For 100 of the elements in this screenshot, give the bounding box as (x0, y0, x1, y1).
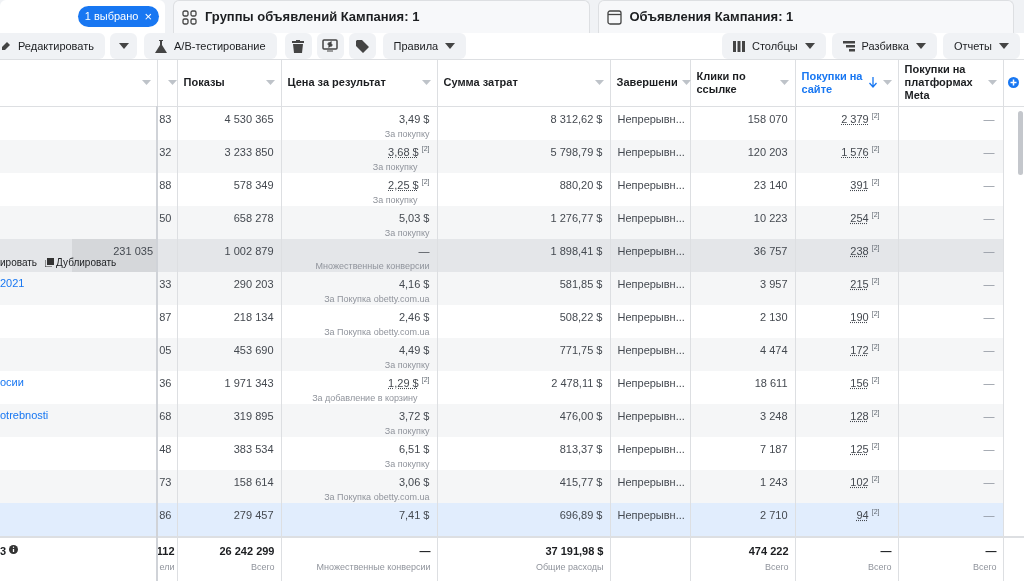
table-cell-text: 4,49 $ (398, 342, 430, 358)
table-cell-text: — (983, 210, 995, 226)
table-cell-text: 83 (159, 111, 172, 127)
info-icon[interactable] (9, 544, 19, 554)
table-cell-text: 319 895 (233, 408, 274, 424)
window-icon (606, 9, 622, 25)
column-header[interactable]: Покупки на сайте (801, 69, 865, 96)
close-icon[interactable]: × (144, 10, 152, 23)
caret-icon (118, 43, 129, 49)
column-header[interactable]: Завершени (616, 76, 678, 90)
purchases-link[interactable]: 125 (850, 440, 869, 457)
table-cell-text: — (983, 309, 995, 325)
campaign-link[interactable]: 2021 (0, 274, 156, 291)
purchases-link[interactable]: 172 (850, 341, 869, 358)
table-cell-text: 4 474 (759, 342, 788, 358)
breakdown-button[interactable]: Разбивка (831, 33, 937, 59)
column-header[interactable]: Покупки на платформах Meta (904, 63, 984, 103)
cell-caption: За Покупка obetty.com.ua (324, 326, 430, 339)
column-header[interactable]: Клики по ссылке (696, 69, 776, 96)
purchases-link[interactable]: 391 (850, 176, 869, 193)
breakdown-icon (842, 40, 855, 52)
duplicate-button[interactable] (316, 33, 344, 59)
table-cell-text: 3,06 $ (398, 474, 430, 490)
delete-button[interactable] (284, 33, 312, 59)
name-cell[interactable] (0, 106, 157, 140)
tab-label: Объявления Кампания: 1 (629, 8, 794, 27)
column-header[interactable]: Цена за результат (287, 76, 386, 90)
table-cell-text: 3,49 $ (398, 111, 430, 127)
name-cell[interactable] (0, 172, 157, 206)
column-header[interactable]: Сумма затрат (443, 76, 518, 90)
purchases-link[interactable]: 128 (850, 407, 869, 424)
name-cell[interactable] (0, 304, 157, 338)
name-cell[interactable] (0, 502, 157, 537)
name-cell[interactable] (0, 436, 157, 470)
table-cell-text: — (983, 177, 995, 193)
purchases-link[interactable]: 2 379 (841, 110, 869, 127)
cell-caption: За покупку (384, 227, 430, 240)
name-cell[interactable]: otrebnosti (0, 403, 157, 437)
table-cell-text: Непрерывн... (617, 111, 685, 127)
tag-button[interactable] (348, 33, 376, 59)
purchases-link[interactable]: 94 (856, 506, 869, 523)
table-cell-text: 50 (159, 210, 172, 226)
table-cell-text: 48 (159, 441, 172, 457)
name-cell[interactable]: ировать Дублировать 231 035 (0, 238, 157, 272)
tab[interactable]: Объявления Кампания: 1 (597, 0, 1014, 33)
name-cell[interactable] (0, 469, 157, 503)
cell-caption: За покупку (384, 425, 430, 438)
table-cell-text: 696,89 $ (559, 507, 603, 523)
columns-icon (732, 40, 745, 52)
sort-arrow-icon[interactable] (868, 77, 877, 89)
cell-caption: За покупку (384, 458, 430, 471)
purchases-link[interactable]: 102 (850, 473, 869, 490)
purchases-link[interactable]: 215 (850, 275, 869, 292)
table-cell-text: — (983, 375, 995, 391)
ab-button[interactable]: A/B-тестирование (144, 33, 277, 59)
total-label: 3 (0, 543, 7, 559)
tab[interactable]: Группы объявлений Кампания: 1 (173, 0, 590, 33)
name-cell[interactable] (0, 205, 157, 239)
total-caption: Всего (972, 561, 997, 574)
scrollbar-thumb[interactable] (1017, 110, 1023, 175)
name-cell[interactable]: осии (0, 370, 157, 404)
cost-link[interactable]: 2,25 $ (388, 176, 419, 193)
total-caption: Всего (764, 561, 789, 574)
purchases-link[interactable]: 254 (850, 209, 869, 226)
column-header[interactable]: Показы (183, 76, 225, 90)
table-cell-text: 158 070 (747, 111, 788, 127)
purchases-link[interactable]: 1 576 (841, 143, 869, 160)
cell-caption: За покупку (372, 194, 418, 207)
name-cell[interactable] (0, 337, 157, 371)
cost-link[interactable]: 3,68 $ (388, 143, 419, 160)
tab-label: Группы объявлений Кампания: 1 (205, 8, 420, 27)
grid-icon (182, 9, 197, 25)
caret-icon (915, 43, 926, 49)
columns-button[interactable]: Столбцы (721, 33, 826, 59)
purchases-link[interactable]: 238 (850, 242, 869, 259)
campaign-link[interactable]: осии (0, 373, 156, 390)
purchases-link[interactable]: 190 (850, 308, 869, 325)
reports-button[interactable]: Отчеты (942, 33, 1020, 59)
table-cell-text: 508,22 $ (559, 309, 603, 325)
cell-caption: За покупку (372, 161, 418, 174)
row-action-link[interactable]: ировать (0, 254, 38, 270)
caret-icon (421, 80, 431, 86)
caret-icon (265, 80, 275, 86)
selection-chip[interactable]: 1 выбрано × (77, 6, 159, 27)
name-cell[interactable] (0, 139, 157, 173)
table-cell-text: 813,37 $ (559, 441, 603, 457)
edit-button[interactable]: Редактировать (0, 33, 105, 59)
purchases-link[interactable]: 156 (850, 374, 869, 391)
total-value: — (985, 543, 997, 559)
table-cell-text: 453 690 (233, 342, 274, 358)
table-cell-text: Непрерывн... (617, 342, 685, 358)
row-action-link[interactable]: Дублировать (45, 254, 117, 270)
dropdown-button[interactable] (110, 33, 137, 59)
table-cell-text: 5 798,79 $ (550, 144, 603, 160)
rules-button[interactable]: Правила (382, 33, 467, 59)
tab[interactable]: 1 выбрано × (0, 0, 165, 33)
name-cell[interactable]: 2021 (0, 271, 157, 305)
table-cell-text: 68 (159, 408, 172, 424)
cost-link[interactable]: 1,29 $ (388, 374, 419, 391)
campaign-link[interactable]: otrebnosti (0, 406, 156, 423)
